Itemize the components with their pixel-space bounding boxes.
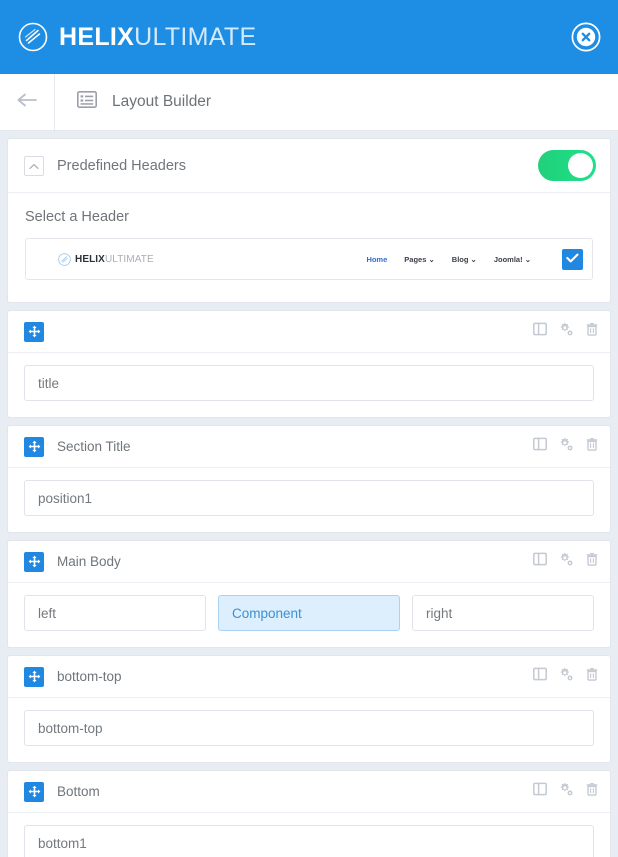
brand-title: HELIXULTIMATE [59, 25, 256, 50]
section-card-1: Section Title [7, 425, 611, 533]
section-header: Bottom [8, 771, 610, 813]
brand-title-strong: HELIX [59, 23, 134, 51]
select-header-label: Select a Header [25, 209, 593, 225]
layout-list-icon [77, 91, 97, 113]
nav-item-home[interactable]: Home [366, 255, 387, 264]
columns-layout-icon[interactable] [533, 552, 547, 571]
position-block[interactable]: position1 [24, 480, 594, 516]
move-arrows-icon[interactable] [24, 782, 44, 802]
position-block[interactable]: bottom-top [24, 710, 594, 746]
move-arrows-icon[interactable] [24, 322, 44, 342]
move-arrows-icon[interactable] [24, 667, 44, 687]
columns-layout-icon[interactable] [533, 667, 547, 686]
predefined-headers-content: Select a Header HELIXULTIMATE [8, 193, 610, 302]
move-arrows-icon[interactable] [24, 552, 44, 572]
toggle-knob [568, 153, 593, 178]
columns-layout-icon[interactable] [533, 782, 547, 801]
predefined-headers-toggle[interactable] [538, 150, 596, 181]
nav-item-blog[interactable]: Blog ⌄ [452, 255, 477, 264]
section-header [8, 311, 610, 353]
gears-settings-icon[interactable] [559, 782, 574, 801]
section-card-4: Bottom [7, 770, 611, 857]
section-blocks: left Component right [8, 583, 610, 647]
brand-title-light: ULTIMATE [134, 23, 256, 51]
trash-icon[interactable] [586, 552, 598, 571]
page-title: Layout Builder [112, 93, 211, 111]
predefined-headers-card: Predefined Headers Select a Header [7, 138, 611, 303]
trash-icon[interactable] [586, 667, 598, 686]
section-card-3: bottom-top [7, 655, 611, 763]
section-actions [533, 437, 598, 456]
chevron-down-icon: ⌄ [525, 255, 531, 264]
header-preview-nav: Home Pages ⌄ Blog ⌄ Joomla! ⌄ [366, 249, 583, 270]
helix-circle-logo-icon [18, 22, 48, 52]
section-card-2: Main Body [7, 540, 611, 648]
section-actions [533, 552, 598, 571]
section-blocks: bottom-top [8, 698, 610, 762]
section-title: Section Title [57, 439, 131, 454]
chevron-down-icon: ⌄ [471, 255, 477, 264]
header-selected-checkbox[interactable] [562, 249, 583, 270]
section-header: bottom-top [8, 656, 610, 698]
gears-settings-icon[interactable] [559, 437, 574, 456]
section-card-0: title [7, 310, 611, 418]
helix-circle-logo-icon [58, 253, 71, 266]
header-preview-brand-text: HELIXULTIMATE [75, 254, 154, 265]
predefined-headers-header: Predefined Headers [8, 139, 610, 193]
trash-icon[interactable] [586, 322, 598, 341]
position-block[interactable]: title [24, 365, 594, 401]
gears-settings-icon[interactable] [559, 552, 574, 571]
back-button[interactable] [0, 74, 55, 130]
header-preview-brand-strong: HELIX [75, 254, 105, 265]
section-title: bottom-top [57, 669, 122, 684]
columns-layout-icon[interactable] [533, 322, 547, 341]
gears-settings-icon[interactable] [559, 322, 574, 341]
section-title: Main Body [57, 554, 121, 569]
section-title: Bottom [57, 784, 100, 799]
header-preview-brand: HELIXULTIMATE [58, 253, 154, 266]
position-block[interactable]: bottom1 [24, 825, 594, 857]
section-header: Main Body [8, 541, 610, 583]
section-header: Section Title [8, 426, 610, 468]
arrow-left-icon [16, 93, 38, 112]
trash-icon[interactable] [586, 437, 598, 456]
nav-item-joomla[interactable]: Joomla! ⌄ [494, 255, 531, 264]
columns-layout-icon[interactable] [533, 437, 547, 456]
section-actions [533, 667, 598, 686]
component-block[interactable]: Component [218, 595, 400, 631]
move-arrows-icon[interactable] [24, 437, 44, 457]
brand-logo: HELIXULTIMATE [18, 22, 256, 52]
sections-list: title Section Title [7, 310, 611, 857]
section-blocks: title [8, 353, 610, 417]
app-header-bar: HELIXULTIMATE [0, 0, 618, 74]
header-preview-brand-light: ULTIMATE [105, 254, 154, 265]
position-block[interactable]: right [412, 595, 594, 631]
trash-icon[interactable] [586, 782, 598, 801]
nav-item-pages[interactable]: Pages ⌄ [404, 255, 435, 264]
collapse-toggle-button[interactable] [24, 156, 44, 176]
page-toolbar: Layout Builder [0, 74, 618, 131]
section-blocks: bottom1 [8, 813, 610, 857]
header-preview-option[interactable]: HELIXULTIMATE Home Pages ⌄ Blog ⌄ Joomla… [25, 238, 593, 280]
predefined-headers-title: Predefined Headers [57, 158, 186, 174]
section-blocks: position1 [8, 468, 610, 532]
section-actions [533, 322, 598, 341]
chevron-down-icon: ⌄ [428, 255, 434, 264]
close-icon[interactable] [571, 22, 601, 52]
gears-settings-icon[interactable] [559, 667, 574, 686]
position-block[interactable]: left [24, 595, 206, 631]
chevron-up-icon [29, 157, 39, 175]
layout-builder-body: Predefined Headers Select a Header [0, 131, 618, 857]
check-icon [566, 250, 579, 268]
page-title-group: Layout Builder [55, 74, 211, 130]
section-actions [533, 782, 598, 801]
